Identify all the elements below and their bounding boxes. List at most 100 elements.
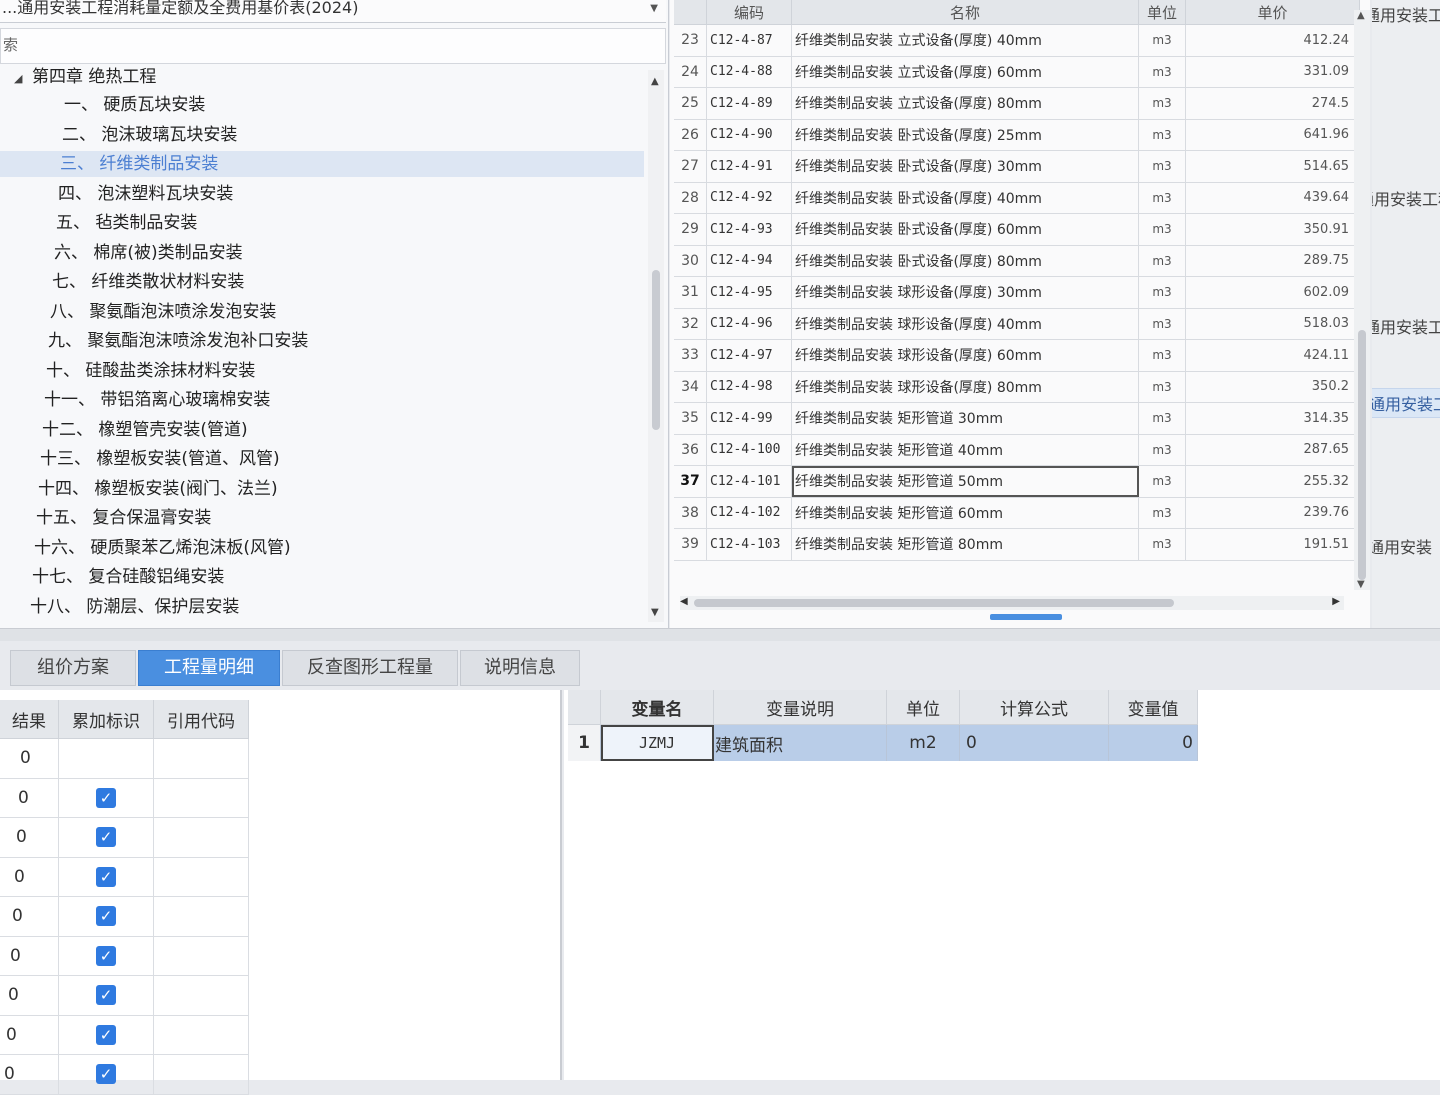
tab-quantity-detail[interactable]: 工程量明细 [138, 650, 280, 686]
quota-code[interactable]: C12-4-88 [706, 56, 792, 88]
col-code[interactable]: 编码 [706, 0, 792, 25]
checkbox-checked-icon[interactable]: ✓ [96, 827, 116, 848]
quota-price[interactable]: 518.03 [1185, 308, 1360, 340]
ref-code-cell[interactable] [153, 975, 249, 1016]
quota-code[interactable]: C12-4-98 [706, 371, 792, 403]
tab-pricing-scheme[interactable]: 组价方案 [10, 650, 136, 686]
quota-name[interactable]: 纤维类制品安装 卧式设备(厚度) 25mm [791, 119, 1139, 151]
ref-code-cell[interactable] [153, 817, 249, 858]
quota-row[interactable]: 31 C12-4-95 纤维类制品安装 球形设备(厚度) 30mm m3 602.09 [674, 276, 1360, 309]
quota-row[interactable]: 26 C12-4-90 纤维类制品安装 卧式设备(厚度) 25mm m3 641.96 [674, 119, 1360, 151]
accumulate-cell[interactable]: ✓ [58, 778, 154, 818]
quota-name[interactable]: 纤维类制品安装 矩形管道 30mm [791, 402, 1139, 435]
col-var-name[interactable]: 变量名 [600, 690, 714, 725]
result-cell[interactable]: 0 [0, 778, 59, 818]
result-cell[interactable]: 0 [0, 975, 59, 1016]
quota-row[interactable]: 28 C12-4-92 纤维类制品安装 卧式设备(厚度) 40mm m3 439.64 [674, 182, 1360, 214]
col-price[interactable]: 单价 [1185, 0, 1360, 25]
accumulate-cell[interactable]: ✓ [58, 975, 154, 1016]
chevron-down-icon[interactable]: ▼ [650, 3, 658, 14]
ref-code-cell[interactable] [153, 896, 249, 937]
quota-price[interactable]: 239.76 [1185, 497, 1360, 529]
quota-row[interactable]: 38 C12-4-102 纤维类制品安装 矩形管道 60mm m3 239.76 [674, 497, 1360, 529]
tab-reverse-lookup[interactable]: 反查图形工程量 [282, 650, 458, 686]
quota-code[interactable]: C12-4-97 [706, 339, 792, 372]
quota-unit[interactable]: m3 [1138, 339, 1186, 372]
accumulate-cell[interactable]: ✓ [58, 936, 154, 976]
quota-price[interactable]: 314.35 [1185, 402, 1360, 435]
quota-code[interactable]: C12-4-91 [706, 150, 792, 183]
ref-code-cell[interactable] [153, 738, 249, 779]
quota-name[interactable]: 纤维类制品安装 立式设备(厚度) 80mm [791, 87, 1139, 120]
var-value-cell[interactable]: 0 [1108, 724, 1198, 761]
scroll-up-icon[interactable]: ▲ [1357, 10, 1365, 21]
tab-description[interactable]: 说明信息 [460, 650, 580, 686]
tree-item[interactable]: 十三、 橡塑板安装(管道、风管) [40, 446, 280, 472]
col-name[interactable]: 名称 [791, 0, 1139, 25]
checkbox-checked-icon[interactable]: ✓ [96, 866, 116, 887]
quota-price[interactable]: 412.24 [1185, 24, 1360, 57]
detail-row[interactable]: 0 ✓ [0, 1054, 249, 1095]
quota-price[interactable]: 602.09 [1185, 276, 1360, 309]
quota-row[interactable]: 39 C12-4-103 纤维类制品安装 矩形管道 80mm m3 191.51 [674, 528, 1360, 561]
tree-item[interactable]: 十四、 橡塑板安装(阀门、法兰) [38, 476, 278, 502]
quota-unit[interactable]: m3 [1138, 24, 1186, 57]
tree-item[interactable]: 十六、 硬质聚苯乙烯泡沫板(风管) [34, 535, 291, 561]
detail-row[interactable]: 0 ✓ [0, 778, 249, 818]
scroll-thumb[interactable] [652, 270, 660, 430]
quota-name[interactable]: 纤维类制品安装 卧式设备(厚度) 40mm [791, 182, 1139, 214]
tree-item[interactable]: 二、 泡沫玻璃瓦块安装 [62, 122, 237, 148]
col-var-value[interactable]: 变量值 [1108, 690, 1198, 725]
accumulate-cell[interactable]: ✓ [58, 1015, 154, 1055]
scroll-down-icon[interactable]: ▼ [1357, 579, 1365, 590]
quota-row[interactable]: 37 C12-4-101 纤维类制品安装 矩形管道 50mm m3 255.32 [674, 465, 1360, 498]
accumulate-cell[interactable]: ✓ [58, 1054, 154, 1095]
quota-unit[interactable]: m3 [1138, 276, 1186, 309]
result-cell[interactable]: 0 [0, 896, 59, 937]
quota-row[interactable]: 33 C12-4-97 纤维类制品安装 球形设备(厚度) 60mm m3 424.11 [674, 339, 1360, 372]
tree-item[interactable]: 十八、 防潮层、保护层安装 [30, 594, 239, 620]
quota-price[interactable]: 289.75 [1185, 245, 1360, 277]
tree-item[interactable]: 一、 硬质瓦块安装 [64, 92, 205, 118]
quota-name[interactable]: 纤维类制品安装 立式设备(厚度) 40mm [791, 24, 1139, 57]
detail-row[interactable]: 0 [0, 738, 249, 779]
scroll-right-icon[interactable]: ▶ [1332, 596, 1340, 607]
quota-code[interactable]: C12-4-99 [706, 402, 792, 435]
col-var-desc[interactable]: 变量说明 [713, 690, 887, 725]
quota-price[interactable]: 331.09 [1185, 56, 1360, 88]
panel-splitter-handle[interactable] [990, 614, 1062, 620]
accumulate-cell[interactable]: ✓ [58, 857, 154, 897]
quota-unit[interactable]: m3 [1138, 119, 1186, 151]
col-unit[interactable]: 单位 [1138, 0, 1186, 25]
variable-row[interactable]: 1 JZMJ 建筑面积 m2 0 0 [568, 724, 1198, 761]
quota-code[interactable]: C12-4-90 [706, 119, 792, 151]
tree-item[interactable]: 六、 棉席(被)类制品安装 [54, 240, 243, 266]
quota-code[interactable]: C12-4-92 [706, 182, 792, 214]
accumulate-cell[interactable] [58, 738, 154, 779]
quota-unit[interactable]: m3 [1138, 213, 1186, 246]
quota-name[interactable]: 纤维类制品安装 球形设备(厚度) 80mm [791, 371, 1139, 403]
checkbox-checked-icon[interactable]: ✓ [96, 945, 116, 966]
col-accumulate[interactable]: 累加标识 [58, 700, 154, 739]
quota-unit[interactable]: m3 [1138, 434, 1186, 466]
var-name-cell[interactable]: JZMJ [600, 724, 714, 761]
detail-row[interactable]: 0 ✓ [0, 975, 249, 1016]
quota-price[interactable]: 424.11 [1185, 339, 1360, 372]
scroll-left-icon[interactable]: ◀ [680, 596, 688, 607]
quota-name[interactable]: 纤维类制品安装 卧式设备(厚度) 60mm [791, 213, 1139, 246]
quota-code[interactable]: C12-4-94 [706, 245, 792, 277]
quota-code[interactable]: C12-4-103 [706, 528, 792, 561]
tree-item[interactable]: 十七、 复合硅酸铝绳安装 [32, 564, 224, 590]
accumulate-cell[interactable]: ✓ [58, 817, 154, 858]
quota-row[interactable]: 24 C12-4-88 纤维类制品安装 立式设备(厚度) 60mm m3 331.09 [674, 56, 1360, 88]
col-ref-code[interactable]: 引用代码 [153, 700, 249, 739]
quota-name[interactable]: 纤维类制品安装 球形设备(厚度) 30mm [791, 276, 1139, 309]
quota-name[interactable]: 纤维类制品安装 矩形管道 50mm [791, 465, 1139, 498]
quota-price[interactable]: 255.32 [1185, 465, 1360, 498]
tree-scrollbar[interactable]: ▲ ▼ [648, 70, 664, 622]
tree-item[interactable]: 八、 聚氨酯泡沫喷涂发泡安装 [50, 299, 276, 325]
quota-code[interactable]: C12-4-101 [706, 465, 792, 498]
quota-row[interactable]: 25 C12-4-89 纤维类制品安装 立式设备(厚度) 80mm m3 274.5 [674, 87, 1360, 120]
quota-name[interactable]: 纤维类制品安装 球形设备(厚度) 60mm [791, 339, 1139, 372]
col-var-formula[interactable]: 计算公式 [959, 690, 1109, 725]
